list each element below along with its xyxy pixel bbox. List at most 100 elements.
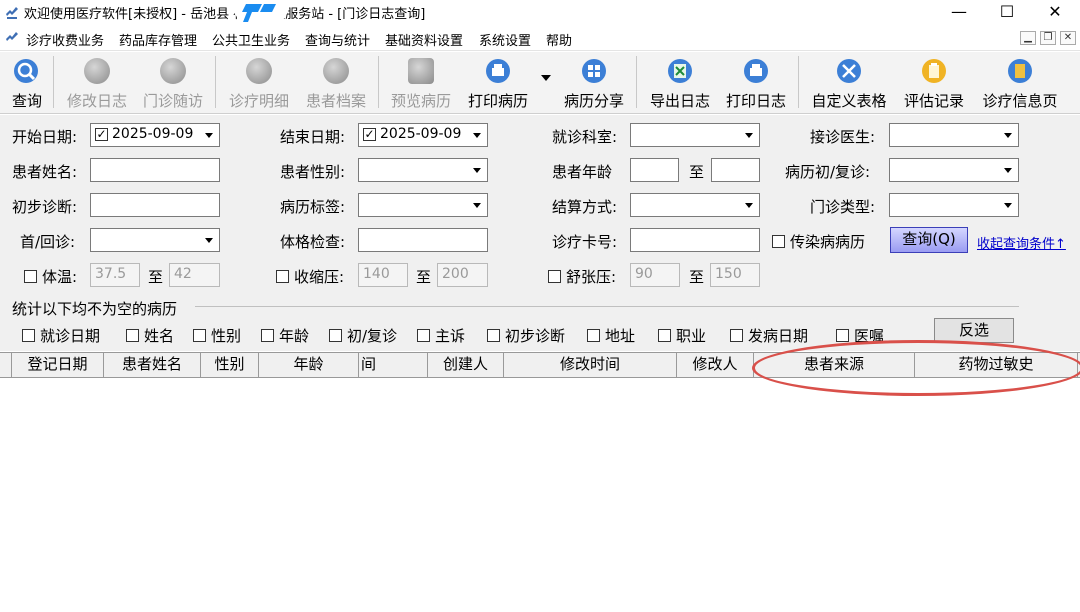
assess-button[interactable]: 评估记录 [899, 56, 969, 112]
systolic-min-input[interactable]: 140 [358, 263, 408, 287]
diastolic-checkbox[interactable]: 舒张压: [548, 266, 616, 287]
detail-button[interactable]: 诊疗明细 [224, 56, 294, 112]
outpatient-type-label: 门诊类型: [810, 198, 876, 216]
stat-diagnosis-checkbox[interactable]: 初步诊断 [487, 325, 565, 346]
systolic-checkbox[interactable]: 收缩压: [276, 266, 344, 287]
start-date-checkbox[interactable]: ✓ [95, 128, 108, 141]
tag-select[interactable] [358, 193, 488, 217]
stat-label: 性别 [211, 327, 242, 345]
column-modifier[interactable]: 修改人 [677, 353, 754, 377]
preview-button[interactable]: 预览病历 [386, 56, 456, 112]
stat-address-checkbox[interactable]: 地址 [587, 325, 635, 346]
doctor-select[interactable] [889, 123, 1019, 147]
card-input[interactable] [630, 228, 760, 252]
close-button[interactable]: ✕ [1031, 0, 1079, 26]
phone-icon [160, 58, 186, 84]
age-max-input[interactable] [711, 158, 760, 182]
stat-complaint-checkbox[interactable]: 主诉 [417, 325, 465, 346]
custom-table-button[interactable]: 自定义表格 [806, 56, 892, 112]
menu-system-settings[interactable]: 系统设置 [479, 30, 531, 49]
stat-name-checkbox[interactable]: 姓名 [126, 325, 174, 346]
gender-select[interactable] [358, 158, 488, 182]
print-record-button[interactable]: 打印病历 [463, 56, 533, 112]
stat-label: 地址 [605, 327, 636, 345]
followup-label: 门诊随访 [142, 92, 203, 110]
outpatient-type-select[interactable] [889, 193, 1019, 217]
collapse-conditions-link[interactable]: 收起查询条件↑ [977, 233, 1066, 252]
temp-checkbox[interactable]: 体温: [24, 266, 77, 287]
checkbox-box [836, 329, 849, 342]
visit-type-select[interactable] [889, 158, 1019, 182]
first-return-label: 首/回诊: [20, 233, 76, 251]
stat-age-checkbox[interactable]: 年龄 [261, 325, 309, 346]
infectious-checkbox[interactable]: 传染病病历 [772, 231, 865, 252]
checkbox-box [276, 270, 289, 283]
column-creator[interactable]: 创建人 [428, 353, 504, 377]
column-modify-time[interactable]: 修改时间 [504, 353, 677, 377]
end-date-checkbox[interactable]: ✓ [363, 128, 376, 141]
menu-billing[interactable]: 诊疗收费业务 [26, 30, 104, 49]
column-patient-name[interactable]: 患者姓名 [104, 353, 201, 377]
checkbox-box [730, 329, 743, 342]
menu-help[interactable]: 帮助 [546, 30, 572, 49]
chevron-down-icon[interactable] [540, 74, 552, 82]
diastolic-min-input[interactable]: 90 [630, 263, 680, 287]
dept-select[interactable] [630, 123, 760, 147]
row-indicator-column[interactable] [0, 353, 12, 377]
menu-base-settings[interactable]: 基础资料设置 [385, 30, 463, 49]
minimize-button[interactable]: — [935, 0, 983, 26]
diagnosis-label: 初步诊断: [12, 198, 78, 216]
age-min-input[interactable] [630, 158, 679, 182]
checkbox-box [772, 235, 785, 248]
menu-query-stats[interactable]: 查询与统计 [305, 30, 370, 49]
preview-label: 预览病历 [390, 92, 451, 110]
dept-label: 就诊科室: [552, 128, 618, 146]
first-return-select[interactable] [90, 228, 220, 252]
results-grid-body[interactable] [0, 378, 1080, 612]
start-date-picker[interactable]: ✓ 2025-09-09 [90, 123, 220, 147]
diastolic-max-input[interactable]: 150 [710, 263, 760, 287]
mdi-restore-button[interactable]: ❐ [1040, 31, 1056, 45]
followup-button[interactable]: 门诊随访 [138, 56, 208, 112]
toolbar-separator [798, 56, 799, 108]
end-date-picker[interactable]: ✓ 2025-09-09 [358, 123, 488, 147]
export-log-button[interactable]: 导出日志 [645, 56, 715, 112]
stat-gender-checkbox[interactable]: 性别 [193, 325, 241, 346]
column-register-date[interactable]: 登记日期 [12, 353, 104, 377]
info-page-icon [1008, 59, 1032, 83]
stat-onset-date-checkbox[interactable]: 发病日期 [730, 325, 808, 346]
chevron-down-icon [205, 133, 213, 138]
mdi-close-button[interactable]: ✕ [1060, 31, 1076, 45]
print-log-button[interactable]: 打印日志 [721, 56, 791, 112]
start-date-value: 2025-09-09 [112, 126, 194, 142]
column-gender[interactable]: 性别 [201, 353, 259, 377]
invert-selection-button[interactable]: 反选 [934, 318, 1014, 343]
checkbox-box [329, 329, 342, 342]
diagnosis-input[interactable] [90, 193, 220, 217]
overlay-logo-icon [242, 4, 276, 22]
patient-file-button[interactable]: 患者档案 [301, 56, 371, 112]
query-tool-button[interactable]: 查询 [6, 56, 48, 112]
stat-label: 就诊日期 [40, 327, 101, 345]
column-age[interactable]: 年龄 [259, 353, 359, 377]
settle-select[interactable] [630, 193, 760, 217]
info-page-button[interactable]: 诊疗信息页 [976, 56, 1064, 112]
menu-pharmacy[interactable]: 药品库存管理 [119, 30, 197, 49]
name-input[interactable] [90, 158, 220, 182]
edit-log-button[interactable]: 修改日志 [62, 56, 132, 112]
temp-max-input[interactable]: 42 [169, 263, 220, 287]
physical-input[interactable] [358, 228, 488, 252]
stat-visit-type-checkbox[interactable]: 初/复诊 [329, 325, 397, 346]
stat-visit-date-checkbox[interactable]: 就诊日期 [22, 325, 100, 346]
systolic-max-input[interactable]: 200 [437, 263, 488, 287]
stat-occupation-checkbox[interactable]: 职业 [658, 325, 706, 346]
menu-public-health[interactable]: 公共卫生业务 [212, 30, 290, 49]
systolic-to-label: 至 [416, 268, 432, 286]
share-button[interactable]: 病历分享 [559, 56, 629, 112]
maximize-button[interactable]: ☐ [983, 0, 1031, 26]
column-time-partial[interactable]: 间 [359, 353, 428, 377]
query-button[interactable]: 查询(Q) [890, 227, 968, 253]
temp-min-input[interactable]: 37.5 [90, 263, 140, 287]
mdi-minimize-button[interactable]: ▁ [1020, 31, 1036, 45]
stat-label: 初步诊断 [505, 327, 566, 345]
